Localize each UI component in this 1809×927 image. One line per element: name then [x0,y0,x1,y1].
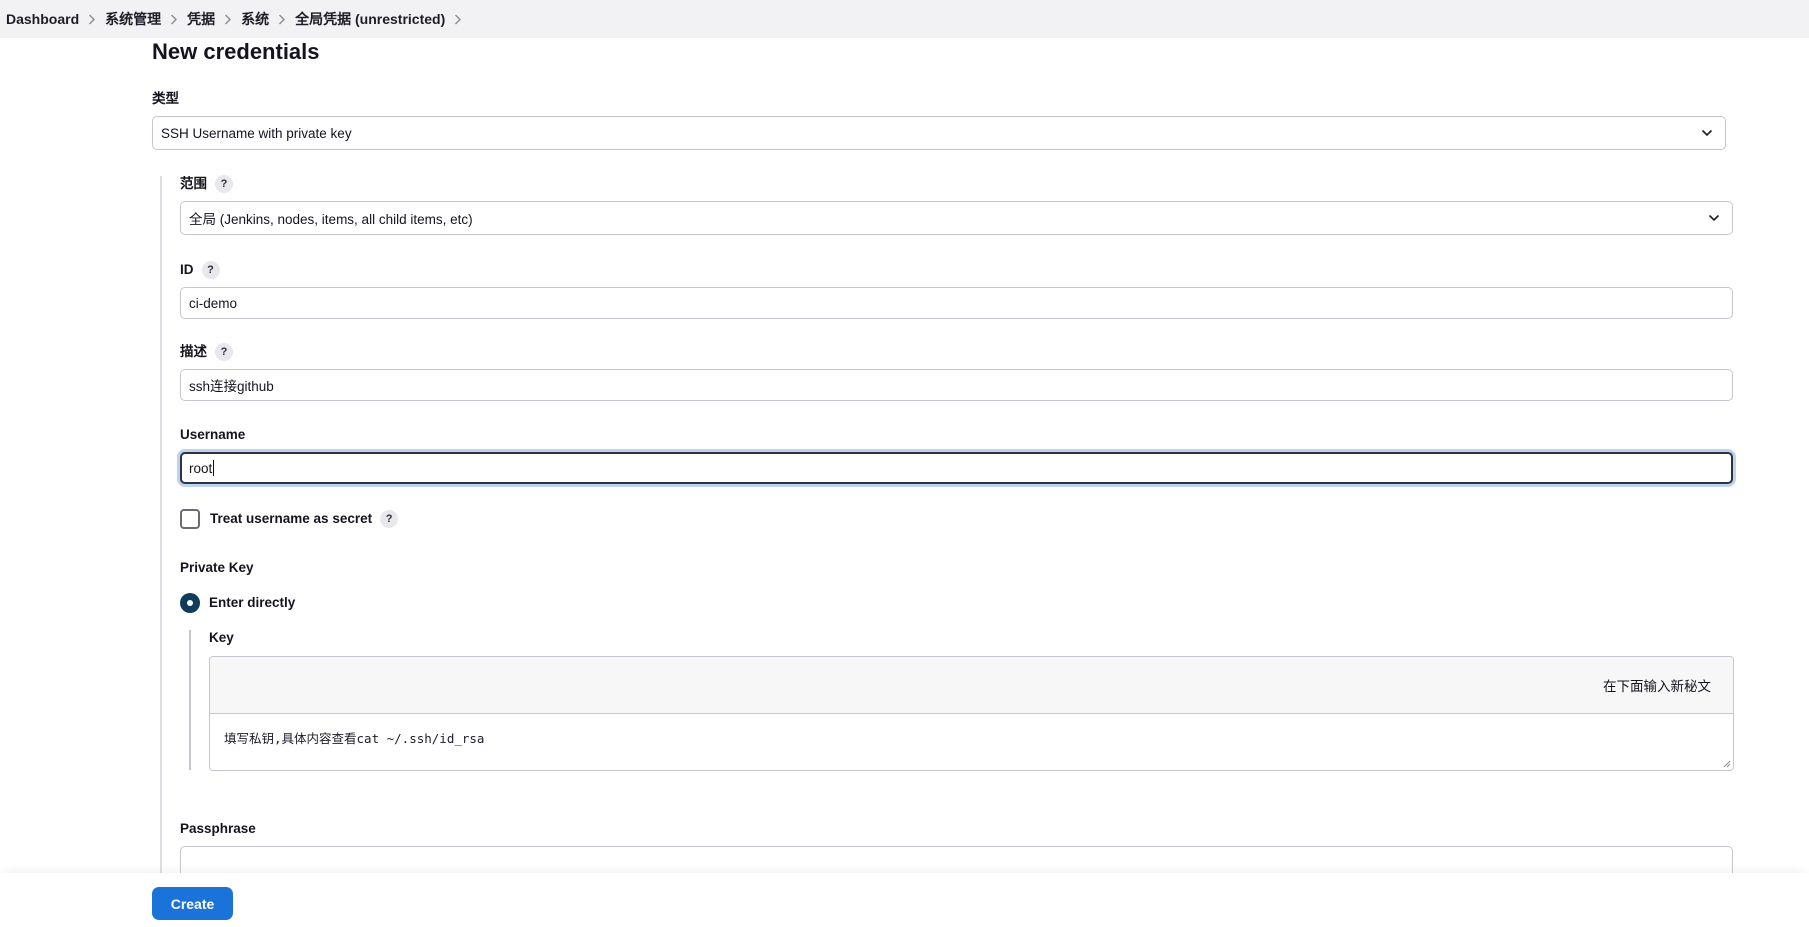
key-textarea[interactable]: 在下面输入新秘文 填写私钥,具体内容查看cat ~/.ssh/id_rsa [209,656,1734,771]
breadcrumb-global-credentials[interactable]: 全局凭据 (unrestricted) [295,9,445,29]
id-label: ID ? [180,261,220,279]
passphrase-label: Passphrase [180,821,256,836]
section-divider [160,176,162,876]
treat-username-secret-checkbox[interactable] [180,509,200,529]
id-label-text: ID [180,262,194,277]
help-icon[interactable]: ? [215,343,233,361]
help-icon[interactable]: ? [215,175,233,193]
description-label: 描述 ? [180,343,233,361]
chevron-right-icon [269,11,295,27]
key-label: Key [209,630,234,645]
id-input-value: ci-demo [189,295,238,311]
key-textarea-value: 填写私钥,具体内容查看cat ~/.ssh/id_rsa [224,731,485,746]
key-header-text: 在下面输入新秘文 [1603,679,1711,694]
breadcrumb-credentials[interactable]: 凭据 [187,9,215,29]
help-icon[interactable]: ? [380,510,399,528]
enter-directly-label[interactable]: Enter directly [209,593,295,613]
chevron-right-icon [215,11,241,27]
enter-directly-radio[interactable] [180,593,200,613]
scope-select[interactable]: 全局 (Jenkins, nodes, items, all child ite… [180,201,1733,235]
username-input-value: root [189,460,213,476]
scope-label-text: 范围 [180,176,207,191]
username-label: Username [180,427,246,442]
radio-dot-icon [187,600,193,606]
breadcrumb-dashboard[interactable]: Dashboard [6,11,79,27]
chevron-down-icon [1701,129,1713,137]
type-select[interactable]: SSH Username with private key [152,116,1726,150]
key-header: 在下面输入新秘文 [210,657,1733,714]
breadcrumb-manage[interactable]: 系统管理 [105,9,161,29]
type-label: 类型 [152,91,179,106]
treat-username-secret-label: Treat username as secret ? [210,509,399,529]
id-input[interactable]: ci-demo [180,287,1733,319]
description-input[interactable]: ssh连接github [180,369,1733,401]
private-key-label: Private Key [180,560,254,575]
chevron-right-icon[interactable] [445,11,471,27]
breadcrumb: Dashboard 系统管理 凭据 系统 全局凭据 (unrestricted) [0,0,1809,38]
breadcrumb-system[interactable]: 系统 [241,9,269,29]
chevron-down-icon [1708,214,1720,222]
chevron-right-icon [161,11,187,27]
create-button[interactable]: Create [152,887,233,920]
help-icon[interactable]: ? [201,261,220,279]
scope-label: 范围 ? [180,175,233,193]
description-label-text: 描述 [180,344,207,359]
bottom-action-bar [0,873,1809,927]
username-input[interactable]: root [180,452,1733,484]
text-caret [213,460,215,476]
description-input-value: ssh连接github [189,379,274,394]
resize-handle-icon[interactable] [1722,759,1731,768]
treat-username-secret-text: Treat username as secret [210,511,373,526]
type-select-value: SSH Username with private key [161,125,352,141]
scope-select-value: 全局 (Jenkins, nodes, items, all child ite… [189,212,473,227]
key-section-rule [189,630,191,770]
page-title: New credentials [152,39,320,64]
chevron-right-icon [79,11,105,27]
